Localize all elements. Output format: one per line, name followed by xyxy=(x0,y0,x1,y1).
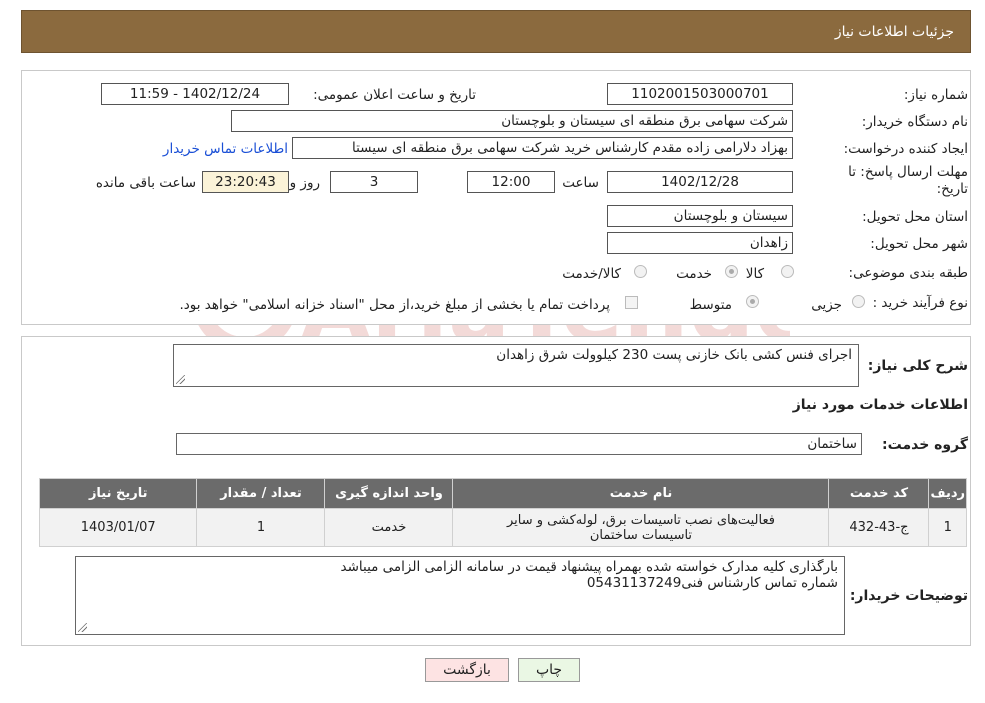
col-code-header: کد خدمت xyxy=(828,478,930,509)
purchase-option-medium: متوسط xyxy=(689,297,732,313)
purchase-type-label: نوع فرآیند خرید : xyxy=(872,295,968,311)
category-radio-service[interactable] xyxy=(725,265,738,278)
cell-name: فعالیت‌های نصب تاسیسات برق، لوله‌کشی و س… xyxy=(452,508,830,547)
need-number-field: 1102001503000701 xyxy=(607,83,793,105)
services-section-title: اطلاعات خدمات مورد نیاز xyxy=(792,397,968,413)
province-field: سیستان و بلوچستان xyxy=(607,205,793,227)
purchase-option-minor: جزیی xyxy=(811,297,842,313)
category-option-service: خدمت xyxy=(676,266,712,282)
deadline-label-line2: تاریخ: xyxy=(936,181,968,197)
col-name-header: نام خدمت xyxy=(452,478,830,509)
category-option-goods-service: کالا/خدمت xyxy=(562,266,621,282)
buyer-notes-line2: شماره تماس کارشناس فنی05431137249 xyxy=(586,575,838,591)
city-field: زاهدان xyxy=(607,232,793,254)
buyer-notes-label: توضیحات خریدار: xyxy=(849,588,968,604)
page-header: جزئیات اطلاعات نیاز xyxy=(21,10,971,53)
deadline-time-field: 12:00 xyxy=(467,171,555,193)
province-label: استان محل تحویل: xyxy=(862,209,968,225)
treasury-payment-note: پرداخت تمام یا بخشی از مبلغ خرید،از محل … xyxy=(179,297,610,313)
col-date-header: تاریخ نیاز xyxy=(38,478,198,509)
back-button[interactable]: بازگشت xyxy=(425,658,509,682)
cell-row: 1 xyxy=(928,508,967,547)
deadline-date-field: 1402/12/28 xyxy=(607,171,793,193)
table-row: 1 ج-43-432 فعالیت‌های نصب تاسیسات برق، ل… xyxy=(38,508,967,547)
category-radio-goods-service[interactable] xyxy=(634,265,647,278)
announce-datetime-label: تاریخ و ساعت اعلان عمومی: xyxy=(313,87,476,103)
services-table-header: ردیف کد خدمت نام خدمت واحد اندازه گیری ت… xyxy=(38,478,967,509)
buyer-notes-textarea[interactable]: بارگذاری کلیه مدارک خواسته شده بهمراه پی… xyxy=(75,556,845,635)
need-number-label: شماره نیاز: xyxy=(903,87,968,103)
cell-qty: 1 xyxy=(196,508,326,547)
treasury-payment-checkbox[interactable] xyxy=(625,296,638,309)
category-option-goods: کالا xyxy=(745,266,764,282)
requester-label: ایجاد کننده درخواست: xyxy=(843,141,968,157)
print-button[interactable]: چاپ xyxy=(518,658,580,682)
services-table: ردیف کد خدمت نام خدمت واحد اندازه گیری ت… xyxy=(38,478,967,547)
resize-grip-icon[interactable] xyxy=(78,623,87,632)
requester-field: بهزاد دلارامی زاده مقدم کارشناس خرید شرک… xyxy=(292,137,793,159)
city-label: شهر محل تحویل: xyxy=(870,236,968,252)
buyer-org-field: شرکت سهامی برق منطقه ای سیستان و بلوچستا… xyxy=(231,110,793,132)
resize-grip-icon[interactable] xyxy=(176,375,185,384)
deadline-label: مهلت ارسال پاسخ: تا تاریخ: xyxy=(848,164,968,198)
time-remaining-label: ساعت باقی مانده xyxy=(95,175,196,191)
cell-unit: خدمت xyxy=(324,508,454,547)
description-label: شرح کلی نیاز: xyxy=(867,358,968,374)
category-label: طبقه بندی موضوعی: xyxy=(848,265,968,281)
cell-code: ج-43-432 xyxy=(828,508,930,547)
purchase-radio-minor[interactable] xyxy=(852,295,865,308)
need-details-panel xyxy=(21,70,971,325)
days-remaining-field: 3 xyxy=(330,171,418,193)
description-text: اجرای فنس کشی بانک خازنی پست 230 کیلوولت… xyxy=(496,347,852,363)
cell-date: 1403/01/07 xyxy=(38,508,198,547)
service-group-label: گروه خدمت: xyxy=(882,437,968,453)
buyer-org-label: نام دستگاه خریدار: xyxy=(861,114,968,130)
purchase-radio-medium[interactable] xyxy=(746,295,759,308)
announce-datetime-field: 1402/12/24 - 11:59 xyxy=(101,83,289,105)
days-label: روز و xyxy=(289,175,320,191)
buyer-contact-link[interactable]: اطلاعات تماس خریدار xyxy=(163,141,288,157)
col-qty-header: تعداد / مقدار xyxy=(196,478,326,509)
description-textarea[interactable]: اجرای فنس کشی بانک خازنی پست 230 کیلوولت… xyxy=(173,344,859,387)
deadline-label-line1: مهلت ارسال پاسخ: تا xyxy=(848,164,968,180)
page-title: جزئیات اطلاعات نیاز xyxy=(834,24,954,40)
col-unit-header: واحد اندازه گیری xyxy=(324,478,454,509)
buyer-notes-line1: بارگذاری کلیه مدارک خواسته شده بهمراه پی… xyxy=(340,559,839,575)
time-remaining-field: 23:20:43 xyxy=(202,171,289,193)
deadline-time-label: ساعت xyxy=(562,175,599,191)
category-radio-goods[interactable] xyxy=(781,265,794,278)
service-group-field: ساختمان xyxy=(176,433,862,455)
col-row-header: ردیف xyxy=(928,478,967,509)
